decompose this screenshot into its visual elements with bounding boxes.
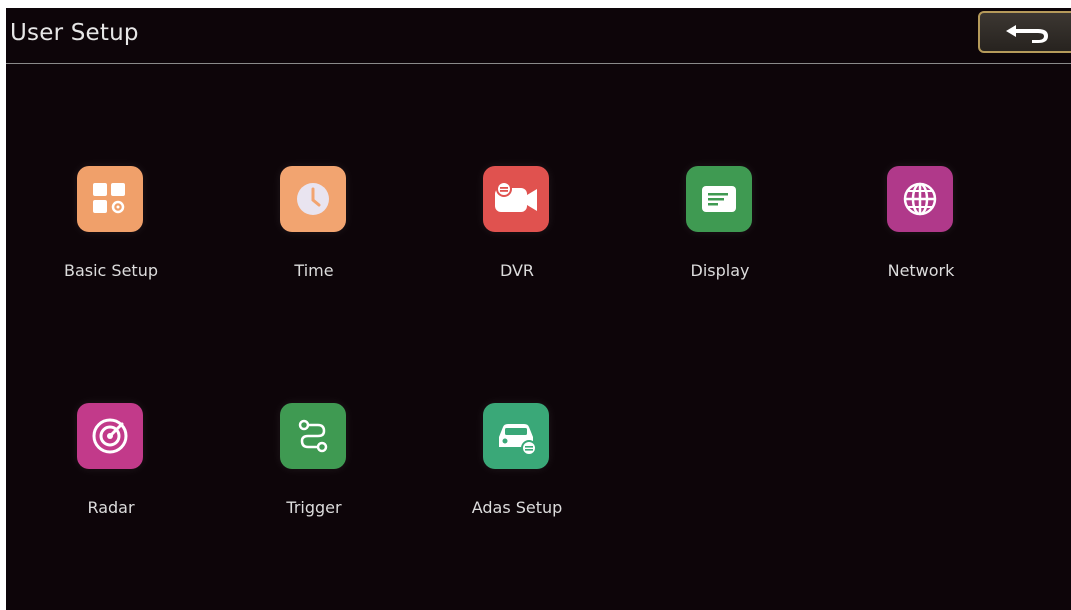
basic-setup-tile[interactable]: Basic Setup <box>41 166 181 306</box>
adas-setup-tile[interactable]: Adas Setup <box>447 403 587 543</box>
radar-icon <box>77 403 143 469</box>
dvr-tile[interactable]: DVR <box>447 166 587 306</box>
display-label: Display <box>690 261 750 280</box>
display-text-icon <box>686 166 752 232</box>
time-tile[interactable]: Time <box>244 166 384 306</box>
back-button[interactable] <box>978 11 1071 53</box>
trigger-tile[interactable]: Trigger <box>244 403 384 543</box>
clock-icon <box>280 166 346 232</box>
trigger-label: Trigger <box>286 498 342 517</box>
header-bar: User Setup <box>6 8 1071 62</box>
grid-settings-icon <box>77 166 143 232</box>
network-label: Network <box>887 261 955 280</box>
page-title: User Setup <box>10 20 139 46</box>
car-settings-icon <box>483 403 549 469</box>
network-tile[interactable]: Network <box>851 166 991 306</box>
return-arrow-icon <box>1006 25 1048 43</box>
radar-tile[interactable]: Radar <box>41 403 181 543</box>
header-divider <box>6 63 1071 64</box>
video-camera-icon <box>483 166 549 232</box>
route-icon <box>280 403 346 469</box>
user-setup-screen: User Setup Basic Setup Time DVR Display … <box>6 8 1071 610</box>
globe-icon <box>887 166 953 232</box>
dvr-label: DVR <box>499 261 535 280</box>
adas-setup-label: Adas Setup <box>471 498 563 517</box>
basic-setup-label: Basic Setup <box>63 261 158 280</box>
radar-label: Radar <box>87 498 135 517</box>
time-label: Time <box>294 261 334 280</box>
display-tile[interactable]: Display <box>650 166 790 306</box>
